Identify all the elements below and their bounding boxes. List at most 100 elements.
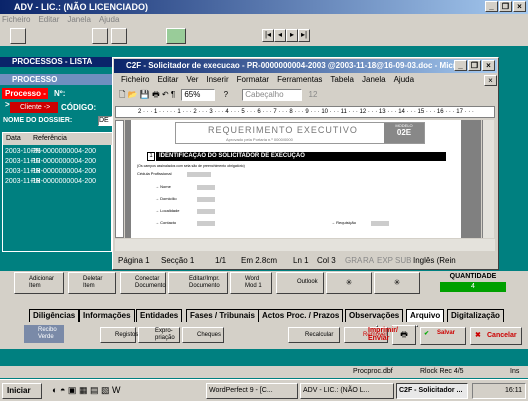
task-wordperfect[interactable]: WordPerfect 9 - [C... bbox=[206, 383, 298, 399]
new-doc-icon[interactable]: 🗋 bbox=[119, 90, 125, 99]
menu-janela[interactable]: Janela bbox=[67, 15, 91, 24]
tool-icon-2[interactable] bbox=[111, 28, 127, 44]
tab-entidades[interactable]: Entidades bbox=[136, 309, 183, 322]
tool-icon-1[interactable] bbox=[92, 28, 108, 44]
tab-arquivo[interactable]: Arquivo bbox=[406, 309, 445, 322]
minimize-button[interactable]: _ bbox=[485, 1, 498, 12]
app-icon-2[interactable]: ▤ bbox=[90, 385, 99, 395]
status-pages: 1/1 bbox=[215, 256, 227, 265]
tab-diligencias[interactable]: Diligências bbox=[29, 309, 80, 322]
conectar-documento-button[interactable]: Conectar Documento bbox=[120, 272, 166, 294]
word-menu-ficheiro[interactable]: Ficheiro bbox=[121, 75, 149, 84]
style-select[interactable]: Cabeçalho bbox=[242, 89, 303, 101]
task-c2f[interactable]: C2F - Solicitador ... bbox=[396, 383, 468, 399]
help-icon[interactable]: ? bbox=[224, 90, 228, 99]
salvar-button[interactable]: ✔ Salvar bbox=[420, 327, 466, 345]
col-referencia[interactable]: Referência bbox=[33, 133, 67, 145]
zoom-select[interactable]: 65% bbox=[181, 89, 216, 101]
doc-header-box: REQUERIMENTO EXECUTIVO Aprovado pela Por… bbox=[175, 122, 425, 144]
font-size-select[interactable]: 12 bbox=[305, 90, 333, 102]
app-icon-3[interactable]: ▧ bbox=[101, 385, 110, 395]
app-icon-1[interactable]: ▦ bbox=[79, 385, 88, 395]
editar-documento-button[interactable]: Editar/Impr. Documento bbox=[168, 272, 228, 294]
cliente-button[interactable]: Cliente -> bbox=[10, 102, 58, 113]
menu-ajuda[interactable]: Ajuda bbox=[99, 15, 119, 24]
deletar-item-button[interactable]: Deletar Item bbox=[68, 272, 116, 294]
vertical-ruler bbox=[115, 120, 124, 238]
doc-close-button[interactable]: × bbox=[484, 75, 497, 86]
calculator-icon[interactable] bbox=[166, 28, 186, 44]
cancelar-button[interactable]: ✖ Cancelar bbox=[470, 327, 522, 345]
tab-digitalizacao[interactable]: Digitalização bbox=[447, 309, 504, 322]
status-exp: EXP bbox=[377, 256, 394, 265]
extra-button-1[interactable]: ✳ bbox=[326, 272, 372, 294]
word-menu-formatar[interactable]: Formatar bbox=[237, 75, 269, 84]
word-menu-inserir[interactable]: Inserir bbox=[206, 75, 228, 84]
cheques-button[interactable]: Cheques bbox=[182, 327, 224, 343]
recibo-verde-button[interactable]: Recibo Verde bbox=[24, 325, 64, 343]
print-icon[interactable] bbox=[10, 28, 26, 44]
menu-editar[interactable]: Editar bbox=[38, 15, 59, 24]
document-area[interactable]: REQUERIMENTO EXECUTIVO Aprovado pela Por… bbox=[125, 120, 481, 238]
word-menu-tabela[interactable]: Tabela bbox=[330, 75, 354, 84]
tab-actos-prazos[interactable]: Actos Proc. / Prazos bbox=[258, 309, 344, 322]
outlook-button[interactable]: Outlook bbox=[276, 272, 324, 294]
horizontal-scrollbar[interactable] bbox=[115, 239, 495, 251]
table-row[interactable]: 2003-11-18PR-0000000004-200 bbox=[3, 177, 96, 187]
next-record-button[interactable]: ▸ bbox=[286, 29, 298, 42]
field-contacto-label: Contacto bbox=[160, 220, 177, 225]
word-mod-button[interactable]: Word Mod 1 bbox=[230, 272, 272, 294]
word-menu-janela[interactable]: Janela bbox=[362, 75, 386, 84]
word-minimize-button[interactable]: _ bbox=[454, 60, 467, 71]
ie-icon[interactable]: ◐ bbox=[52, 385, 57, 395]
last-record-button[interactable]: ▸| bbox=[298, 29, 310, 42]
adicionar-item-button[interactable]: Adicionar Item bbox=[14, 272, 64, 294]
word-icon[interactable]: W bbox=[112, 385, 121, 395]
app-menu-bar: Ficheiro Editar Janela Ajuda bbox=[0, 14, 528, 26]
tab-fases-tribunais[interactable]: Fases / Tribunais bbox=[186, 309, 259, 322]
table-row[interactable]: 2003-10-25PR-0000000004-200 bbox=[3, 147, 96, 157]
explorer-icon[interactable]: ◓ bbox=[60, 385, 65, 395]
table-row[interactable]: 2003-11-10PR-0000000004-200 bbox=[3, 157, 96, 167]
restore-button[interactable]: ❐ bbox=[499, 1, 512, 12]
app-toolbar: |◂ ◂ ▸ ▸| bbox=[0, 26, 528, 46]
table-row[interactable]: 2003-11-18PR-0000000004-200 bbox=[3, 167, 96, 177]
print-preview-icon[interactable]: 🖶 bbox=[152, 90, 160, 99]
print-spacer-2 bbox=[416, 325, 418, 327]
word-restore-button[interactable]: ❐ bbox=[468, 60, 481, 71]
prev-record-button[interactable]: ◂ bbox=[274, 29, 286, 42]
grid-rows: 2003-10-25PR-0000000004-200 2003-11-10PR-… bbox=[3, 147, 96, 187]
vertical-scrollbar[interactable] bbox=[482, 120, 494, 238]
start-button[interactable]: Iniciar bbox=[2, 383, 42, 399]
word-close-button[interactable]: × bbox=[482, 60, 495, 71]
recalcular-button[interactable]: Recalcular bbox=[288, 327, 340, 343]
word-menu-ajuda[interactable]: Ajuda bbox=[394, 75, 414, 84]
expropriacao-button[interactable]: Expro-priação bbox=[138, 327, 180, 343]
word-menu-ver[interactable]: Ver bbox=[186, 75, 198, 84]
processo-header: PROCESSO bbox=[0, 74, 112, 85]
tab-observacoes[interactable]: Observações bbox=[345, 309, 404, 322]
ruler[interactable]: 2 · · · 1 · · · · · 1 · · · 2 · · · 3 · … bbox=[115, 106, 495, 118]
desktop-icon[interactable]: ▣ bbox=[68, 385, 77, 395]
tab-informacoes[interactable]: Informações bbox=[79, 309, 135, 322]
record-navigator: |◂ ◂ ▸ ▸| bbox=[262, 29, 310, 42]
first-record-button[interactable]: |◂ bbox=[262, 29, 274, 42]
processo-button[interactable]: Processo -> bbox=[2, 88, 48, 109]
grid-header: Data Referência bbox=[3, 133, 113, 145]
registos-button[interactable]: Registos bbox=[100, 327, 138, 343]
col-data[interactable]: Data bbox=[6, 133, 21, 145]
close-button[interactable]: × bbox=[513, 1, 526, 12]
word-menu-editar[interactable]: Editar bbox=[157, 75, 178, 84]
open-icon[interactable]: 📂 bbox=[128, 90, 138, 99]
menu-ficheiro[interactable]: Ficheiro bbox=[2, 15, 30, 24]
imprimir-enviar-button[interactable]: Imprimir/ Enviar bbox=[364, 327, 414, 345]
undo-icon[interactable]: ↶ bbox=[162, 90, 169, 99]
section-header: IDENTIFICAÇÃO DO SOLICITADOR DE EXECUÇÃO bbox=[156, 152, 446, 161]
word-menu-ferramentas[interactable]: Ferramentas bbox=[277, 75, 322, 84]
row-reference: PR-0000000004-200 bbox=[31, 158, 96, 165]
extra-button-2[interactable]: ✳ bbox=[374, 272, 420, 294]
task-adv[interactable]: ADV - LIC.: (NÃO L... bbox=[300, 383, 394, 399]
save-icon[interactable]: 💾 bbox=[140, 90, 150, 99]
paragraph-icon[interactable]: ¶ bbox=[171, 90, 175, 99]
dossier-field[interactable]: DE bbox=[98, 116, 112, 126]
